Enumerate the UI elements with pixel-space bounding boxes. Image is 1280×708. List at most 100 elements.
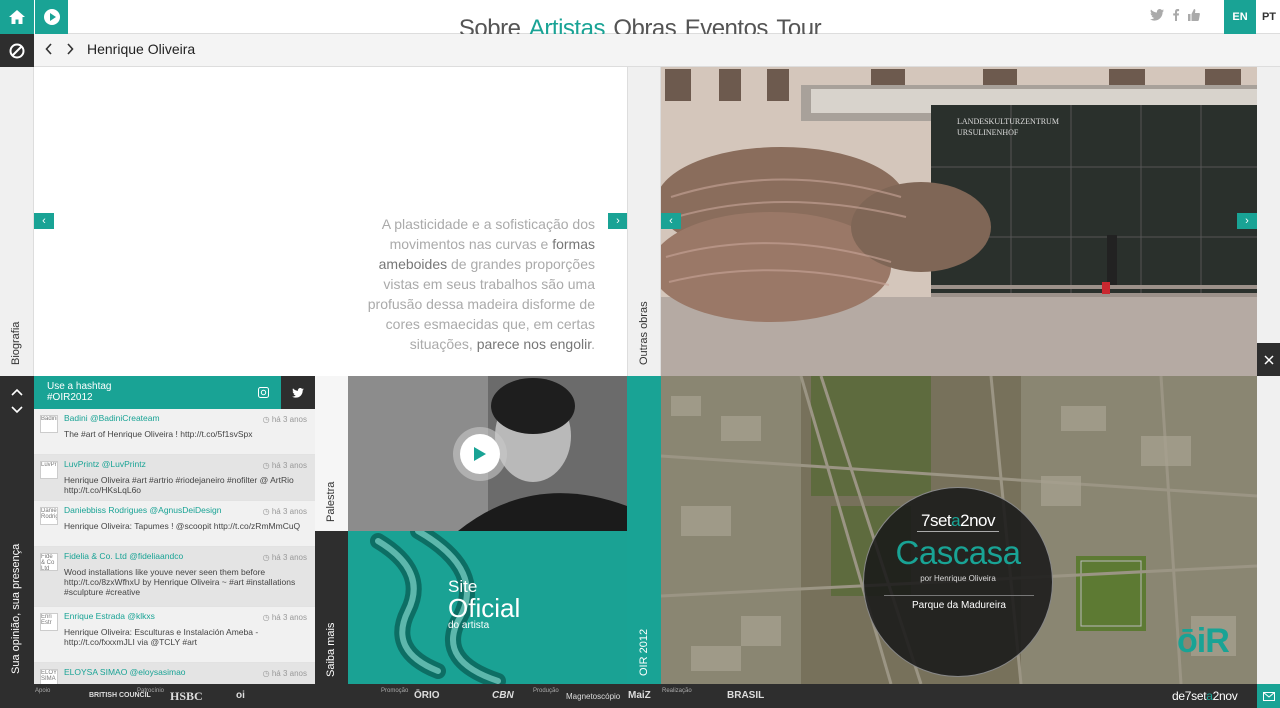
chevron-left-icon: ‹ — [42, 215, 46, 227]
nav-tour[interactable]: Tour — [776, 15, 821, 34]
lang-en-button[interactable]: EN — [1224, 0, 1256, 34]
tweet-text: The #art of Henrique Oliveira ! http://t… — [64, 429, 253, 439]
chevron-down-icon[interactable] — [11, 406, 23, 414]
footer-brand: de7seta2nov — [1172, 689, 1238, 703]
hashtag-prompt: Use a hashtag — [47, 381, 112, 392]
close-button[interactable] — [1257, 343, 1280, 376]
promocao-label: Promoção — [381, 688, 409, 694]
tweet-item[interactable]: Fide & Co Ltd Fidelia & Co. Ltd @fidelia… — [34, 547, 315, 607]
official-site-link[interactable]: Site Oficial do artista — [348, 531, 627, 684]
main-nav: Sobre Artistas Obras Eventos Tour — [0, 0, 1280, 34]
nav-artistas[interactable]: Artistas — [529, 15, 606, 34]
sponsor-logo[interactable]: ŌRIO — [414, 690, 440, 701]
avatar: Fide & Co Ltd — [40, 553, 58, 571]
mail-button[interactable] — [1257, 684, 1280, 708]
quote-prev-button[interactable]: ‹ — [34, 213, 54, 229]
oir-tab[interactable]: OIR 2012 — [627, 376, 661, 684]
prev-artist-button[interactable] — [45, 43, 53, 58]
chevron-right-icon — [67, 43, 74, 55]
realizacao-label: Realização — [662, 688, 692, 694]
site-label-2: Oficial — [448, 593, 521, 623]
quote-text-3: . — [591, 336, 595, 352]
opiniao-rail: Sua opinião, sua presença — [0, 376, 34, 684]
photo-prev-button[interactable]: ‹ — [661, 213, 681, 229]
next-artist-button[interactable] — [66, 43, 74, 58]
close-icon — [1263, 354, 1274, 365]
sponsor-logo[interactable]: HSBC — [170, 689, 203, 704]
apoio-label: Apoio — [35, 688, 51, 694]
tweet-time: ◷ há 3 anos — [262, 461, 307, 470]
sua-opiniao-label: Sua opinião, sua presença — [10, 543, 22, 674]
outras-obras-tab[interactable]: Outras obras — [627, 67, 661, 376]
palestra-tab[interactable]: Palestra — [315, 376, 348, 531]
social-links — [1150, 9, 1200, 21]
sponsor-logo[interactable]: Magnetoscópio — [566, 692, 620, 701]
tweet-text: Henrique Oliveira: Esculturas e Instalac… — [64, 627, 259, 647]
tweet-time: ◷ há 3 anos — [262, 613, 307, 622]
avatar: Daniel Rodrigu — [40, 507, 58, 525]
chevron-right-icon: › — [1245, 215, 1249, 227]
saiba-mais-tab[interactable]: Saiba mais — [315, 531, 348, 684]
sponsor-logo[interactable]: BRASIL — [727, 690, 764, 701]
biografia-tab[interactable]: Biografia — [0, 67, 34, 376]
avatar: Badini — [40, 415, 58, 433]
avatar: ELOY SIMA — [40, 669, 58, 684]
toggle-button[interactable] — [0, 34, 34, 67]
nav-sobre[interactable]: Sobre — [459, 15, 521, 34]
oir-logo: ōiR — [1177, 622, 1230, 660]
sponsor-footer: Apoio Patrocínio Promoção Produção Reali… — [0, 684, 1280, 708]
like-icon[interactable] — [1188, 9, 1200, 21]
sign-line-1: LANDESKULTURZENTRUM — [957, 117, 1059, 126]
tweet-time: ◷ há 3 anos — [262, 669, 307, 678]
lang-pt-button[interactable]: PT — [1258, 0, 1280, 34]
sponsor-logo[interactable]: MaiZ — [628, 690, 651, 701]
avatar: LuvPr — [40, 461, 58, 479]
tweets-header: Use a hashtag #OIR2012 — [34, 376, 315, 409]
tweet-item[interactable]: LuvPr LuvPrintz @LuvPrintz ◷ há 3 anos H… — [34, 455, 315, 501]
tweet-item[interactable]: Badini Badini @BadiniCreateam ◷ há 3 ano… — [34, 409, 315, 455]
tweet-item[interactable]: Enri Estr Enrique Estrada @klkxs ◷ há 3 … — [34, 607, 315, 663]
tweet-time: ◷ há 3 anos — [262, 415, 307, 424]
artwork-photo: LANDESKULTURZENTRUM URSULINENHOF — [661, 67, 1257, 376]
tweet-item[interactable]: Daniel Rodrigu Daniebbiss Rodrigues @Agn… — [34, 501, 315, 547]
chevron-left-icon: ‹ — [669, 215, 673, 227]
tweet-text: Henrique Oliveira: Tapumes ! @scoopit ht… — [64, 521, 301, 531]
twitter-tab[interactable] — [281, 376, 315, 409]
tweet-text: Henrique Oliveira #art #artrio #riodejan… — [64, 475, 294, 495]
tweet-time: ◷ há 3 anos — [262, 507, 307, 516]
event-author: por Henrique Oliveira — [920, 574, 996, 583]
oir-label: OIR 2012 — [638, 628, 650, 676]
event-badge[interactable]: 7seta2nov Cascasa por Henrique Oliveira … — [863, 487, 1053, 677]
event-dates: 7seta2nov — [917, 511, 999, 532]
tweet-item[interactable]: ELOY SIMA ELOYSA SIMAO @eloysasimao ◷ há… — [34, 663, 315, 684]
biografia-label: Biografia — [10, 321, 22, 365]
sponsor-logo[interactable]: BRITISH COUNCIL — [89, 692, 151, 699]
facebook-icon[interactable] — [1172, 9, 1180, 21]
chevron-left-icon — [45, 43, 52, 55]
sponsor-logo[interactable]: CBN — [492, 690, 514, 701]
saiba-mais-label: Saiba mais — [325, 622, 337, 677]
hashtag: #OIR2012 — [47, 392, 93, 403]
avatar: Enri Estr — [40, 613, 58, 631]
producao-label: Produção — [533, 688, 559, 694]
nav-eventos[interactable]: Eventos — [685, 15, 769, 34]
breadcrumb-title: Henrique Oliveira — [87, 41, 196, 57]
photo-next-button[interactable]: › — [1237, 213, 1257, 229]
sign-line-2: URSULINENHOF — [957, 128, 1019, 137]
no-entry-icon — [9, 43, 25, 58]
tweet-text: Wood installations like youve never seen… — [64, 567, 296, 597]
play-button[interactable] — [453, 427, 507, 481]
outras-obras-label: Outras obras — [638, 301, 650, 365]
event-title: Cascasa — [895, 534, 1021, 571]
sponsor-logo[interactable]: oi — [236, 690, 245, 701]
mail-icon — [1262, 691, 1275, 701]
nav-obras[interactable]: Obras — [613, 15, 676, 34]
palestra-video[interactable] — [348, 376, 627, 531]
quote-emphasis-2: parece nos engolir — [476, 336, 592, 352]
instagram-icon[interactable] — [258, 387, 269, 398]
artist-quote: A plasticidade e a sofisticação dos movi… — [340, 214, 595, 354]
palestra-label: Palestra — [325, 481, 337, 522]
quote-next-button[interactable]: › — [608, 213, 628, 229]
chevron-up-icon[interactable] — [11, 388, 23, 396]
twitter-icon[interactable] — [1150, 9, 1164, 21]
